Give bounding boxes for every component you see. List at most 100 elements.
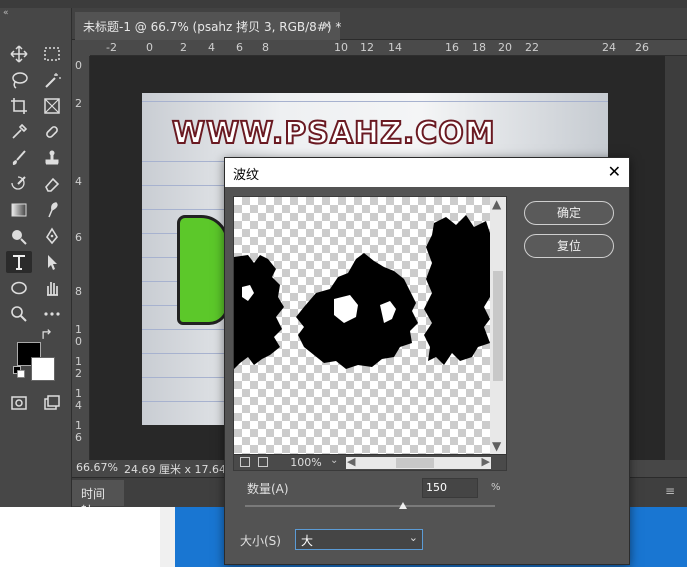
- ruler-tick: 22: [525, 41, 539, 54]
- path-select-icon[interactable]: [39, 251, 65, 273]
- quick-mask-icon[interactable]: [6, 392, 32, 414]
- ruler-tick: 4: [208, 41, 215, 54]
- ruler-tick: 1 4: [75, 387, 82, 412]
- ruler-tick: 0: [146, 41, 153, 54]
- screen-mode-icon[interactable]: [39, 392, 65, 414]
- ruler-corner: [72, 40, 90, 56]
- smudge-tool-icon[interactable]: [39, 199, 65, 221]
- ruler-tick: 2: [75, 97, 82, 110]
- scroll-down-icon[interactable]: ▼: [492, 439, 501, 453]
- green-letter-artwork: [177, 215, 229, 325]
- amount-slider-thumb[interactable]: [399, 502, 407, 509]
- swap-colors-icon[interactable]: [40, 328, 54, 342]
- preview-vertical-scrollbar[interactable]: ▲ ▼: [490, 197, 506, 454]
- type-tool-icon[interactable]: [6, 251, 32, 273]
- frame-tool-icon[interactable]: [39, 95, 65, 117]
- more-tools-icon[interactable]: [39, 303, 65, 325]
- panel-menu-icon[interactable]: ≡: [665, 484, 675, 498]
- eyedropper-icon[interactable]: [6, 121, 32, 143]
- ripple-dialog: 波纹 ✕ ▲ ▼ 100% ⌄ ◀ ▶ 确定 复位 数量(A) 150 % 大小…: [224, 157, 630, 565]
- ruler-tick: 8: [75, 285, 82, 298]
- preview-horizontal-scrollbar[interactable]: ◀ ▶: [346, 455, 491, 469]
- gradient-tool-icon[interactable]: [6, 199, 32, 221]
- timeline-tab[interactable]: 时间轴: [72, 480, 124, 518]
- document-tab-bar: 未标题-1 @ 66.7% (psahz 拷贝 3, RGB/8#) * ×: [72, 8, 687, 40]
- dialog-titlebar: 波纹 ✕: [225, 158, 629, 187]
- tools-panel: «: [0, 8, 72, 507]
- ellipse-tool-icon[interactable]: [6, 277, 32, 299]
- filter-preview[interactable]: ▲ ▼ 100% ⌄ ◀ ▶: [233, 196, 507, 471]
- hand-tool-icon[interactable]: [39, 277, 65, 299]
- crop-tool-icon[interactable]: [6, 95, 32, 117]
- rippled-text-preview: [234, 215, 490, 369]
- scroll-left-icon[interactable]: ◀: [347, 455, 355, 468]
- size-select[interactable]: 大 ⌄: [295, 529, 423, 550]
- document-tab[interactable]: 未标题-1 @ 66.7% (psahz 拷贝 3, RGB/8#) * ×: [75, 12, 342, 40]
- ruler-tick: 18: [472, 41, 486, 54]
- canvas-headline-text: WWW.PSAHZ.COM: [171, 115, 496, 152]
- ruler-tick: 12: [360, 41, 374, 54]
- scroll-up-icon[interactable]: ▲: [492, 197, 501, 211]
- background-color-swatch[interactable]: [31, 357, 55, 381]
- ruler-tick: 1 0: [75, 323, 82, 348]
- size-select-value: 大: [301, 534, 314, 548]
- status-zoom[interactable]: 66.67%: [76, 461, 118, 474]
- chevron-down-icon: ⌄: [408, 531, 418, 544]
- amount-slider[interactable]: [245, 505, 495, 507]
- scroll-thumb[interactable]: [493, 271, 503, 381]
- dialog-title: 波纹: [233, 168, 260, 183]
- marquee-tool-icon[interactable]: [39, 43, 65, 65]
- pen-tool-icon[interactable]: [39, 225, 65, 247]
- ruler-tick: 26: [635, 41, 649, 54]
- top-strip: [0, 0, 687, 8]
- ruler-tick: 6: [236, 41, 243, 54]
- ruler-tick: 8: [262, 41, 269, 54]
- ruler-tick: 1 6: [75, 419, 82, 444]
- preview-footer: 100% ⌄ ◀ ▶: [234, 454, 506, 470]
- status-doc-size: 24.69 厘米 x 17.64: [124, 463, 226, 476]
- preview-zoom-value: 100%: [290, 456, 322, 469]
- close-icon[interactable]: ✕: [608, 162, 621, 181]
- desktop-strip: [160, 507, 175, 567]
- ruler-tick: 14: [388, 41, 402, 54]
- magic-wand-icon[interactable]: [39, 69, 65, 91]
- ruler-tick: 4: [75, 175, 82, 188]
- vertical-ruler[interactable]: 0 2 4 6 8 1 0 1 2 1 4 1 6: [72, 56, 90, 460]
- size-label: 大小(S): [240, 534, 281, 548]
- zoom-dropdown-icon[interactable]: ⌄: [330, 455, 338, 466]
- move-tool-icon[interactable]: [6, 43, 32, 65]
- scroll-thumb[interactable]: [396, 458, 434, 468]
- ruler-tick: -2: [106, 41, 117, 54]
- amount-label: 数量(A): [247, 482, 289, 496]
- default-colors-icon[interactable]: [12, 365, 26, 379]
- close-tab-icon[interactable]: ×: [322, 18, 332, 32]
- ruler-tick: 0: [75, 59, 82, 72]
- canvas-scrollbar[interactable]: [665, 56, 687, 460]
- amount-input[interactable]: 150: [422, 478, 478, 498]
- history-brush-icon[interactable]: [6, 173, 32, 195]
- scroll-right-icon[interactable]: ▶: [482, 455, 490, 468]
- lasso-tool-icon[interactable]: [6, 69, 32, 91]
- zoom-in-icon[interactable]: [258, 457, 268, 467]
- ruler-tick: 2: [180, 41, 187, 54]
- ruler-tick: 20: [498, 41, 512, 54]
- stamp-tool-icon[interactable]: [39, 147, 65, 169]
- ruler-tick: 24: [602, 41, 616, 54]
- reset-button[interactable]: 复位: [524, 234, 614, 258]
- document-tab-title: 未标题-1 @ 66.7% (psahz 拷贝 3, RGB/8#) *: [83, 20, 342, 34]
- brush-tool-icon[interactable]: [6, 147, 32, 169]
- healing-brush-icon[interactable]: [39, 121, 65, 143]
- zoom-tool-icon[interactable]: [6, 303, 32, 325]
- zoom-out-icon[interactable]: [240, 457, 250, 467]
- ruler-tick: 1 2: [75, 355, 82, 380]
- amount-unit: %: [491, 482, 501, 493]
- eraser-tool-icon[interactable]: [39, 173, 65, 195]
- ok-button[interactable]: 确定: [524, 201, 614, 225]
- horizontal-ruler[interactable]: -2 0 2 4 6 8 10 12 14 16 18 20 22 24 26: [90, 40, 687, 56]
- ruler-tick: 16: [445, 41, 459, 54]
- ruler-tick: 10: [334, 41, 348, 54]
- collapse-icon[interactable]: «: [3, 8, 9, 18]
- preview-canvas[interactable]: [234, 197, 490, 454]
- dodge-tool-icon[interactable]: [6, 225, 32, 247]
- ruler-tick: 6: [75, 231, 82, 244]
